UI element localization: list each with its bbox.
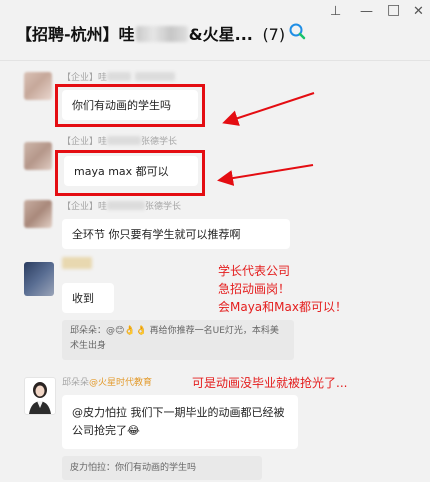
annotation-arrows bbox=[217, 92, 315, 186]
arrow-2 bbox=[217, 164, 314, 186]
arrow-1 bbox=[222, 92, 315, 126]
